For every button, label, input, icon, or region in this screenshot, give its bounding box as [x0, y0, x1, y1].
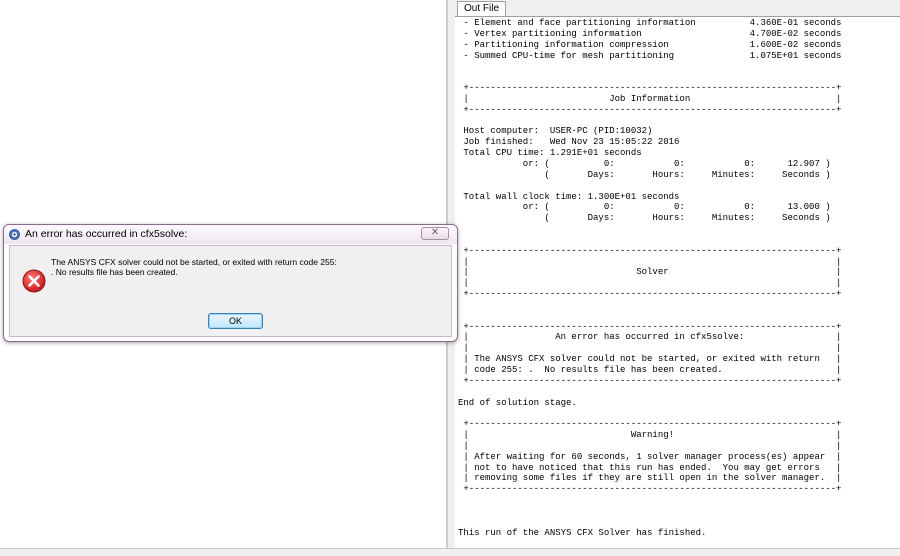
out-file-line: +---------------------------------------… — [458, 104, 842, 115]
error-message-line-2: . No results file has been created. — [51, 267, 178, 277]
out-file-line: +---------------------------------------… — [458, 484, 842, 495]
out-file-line: - Vertex partitioning information 4.700E… — [458, 28, 842, 39]
out-file-line: +---------------------------------------… — [458, 375, 842, 386]
error-icon — [22, 269, 46, 293]
out-file-line: | Warning! | — [458, 430, 842, 441]
dialog-title: An error has occurred in cfx5solve: — [25, 228, 188, 240]
out-file-line: +---------------------------------------… — [458, 321, 842, 332]
out-file-line: +---------------------------------------… — [458, 419, 842, 430]
out-file-line: | Solver | — [458, 267, 842, 278]
out-file-line: | | — [458, 440, 842, 451]
out-file-line: - Element and face partitioning informat… — [458, 18, 842, 28]
output-panel: Out File - Element and face partitioning… — [455, 0, 900, 548]
out-file-line: +---------------------------------------… — [458, 245, 842, 256]
out-file-line: End of solution stage. — [458, 397, 577, 408]
ok-button[interactable]: OK — [208, 313, 263, 329]
tab-strip: Out File — [455, 0, 900, 17]
out-file-line: | | — [458, 343, 842, 354]
out-file-line: - Summed CPU-time for mesh partitioning … — [458, 50, 842, 61]
dialog-body: The ANSYS CFX solver could not be starte… — [9, 245, 452, 337]
out-file-line: Total wall clock time: 1.300E+01 seconds — [458, 191, 680, 202]
out-file-line: This run of the ANSYS CFX Solver has fin… — [458, 527, 707, 538]
out-file-line: | Job Information | — [458, 93, 842, 104]
out-file-line: +---------------------------------------… — [458, 83, 842, 94]
out-file-line: | | — [458, 278, 842, 289]
out-file-line: Job finished: Wed Nov 23 15:05:22 2016 — [458, 137, 680, 148]
error-dialog: An error has occurred in cfx5solve: ✕ Th… — [3, 224, 458, 342]
out-file-line: | code 255: . No results file has been c… — [458, 365, 842, 375]
out-file-line: | | — [458, 256, 842, 267]
out-file-line: Host computer: USER-PC (PID:10032) — [458, 126, 653, 137]
out-file-line: | An error has occurred in cfx5solve: | — [458, 332, 842, 343]
out-file-line: | not to have noticed that this run has … — [458, 462, 842, 473]
out-file-line: | The ANSYS CFX solver could not be star… — [458, 354, 842, 365]
out-file-line: Total CPU time: 1.291E+01 seconds — [458, 148, 642, 159]
out-file-line: | removing some files if they are still … — [458, 473, 842, 484]
out-file-line: ( Days: Hours: Minutes: Seconds ) — [458, 169, 831, 180]
out-file-line: or: ( 0: 0: 0: 12.907 ) — [458, 158, 831, 169]
out-file-line: | After waiting for 60 seconds, 1 solver… — [458, 451, 842, 462]
tab-out-file[interactable]: Out File — [457, 1, 507, 16]
out-file-line: ( Days: Hours: Minutes: Seconds ) — [458, 213, 831, 224]
out-file-text: - Element and face partitioning informat… — [458, 18, 890, 546]
cfx-app-icon — [9, 229, 20, 240]
close-icon: ✕ — [430, 227, 440, 238]
error-message-line-1: The ANSYS CFX solver could not be starte… — [51, 257, 337, 267]
dialog-title-bar[interactable]: An error has occurred in cfx5solve: ✕ — [4, 225, 457, 244]
out-file-line: - Partitioning information compression 1… — [458, 39, 842, 50]
out-file-line: +---------------------------------------… — [458, 289, 842, 300]
close-button[interactable]: ✕ — [421, 227, 449, 240]
out-file-line: or: ( 0: 0: 0: 13.000 ) — [458, 202, 831, 213]
